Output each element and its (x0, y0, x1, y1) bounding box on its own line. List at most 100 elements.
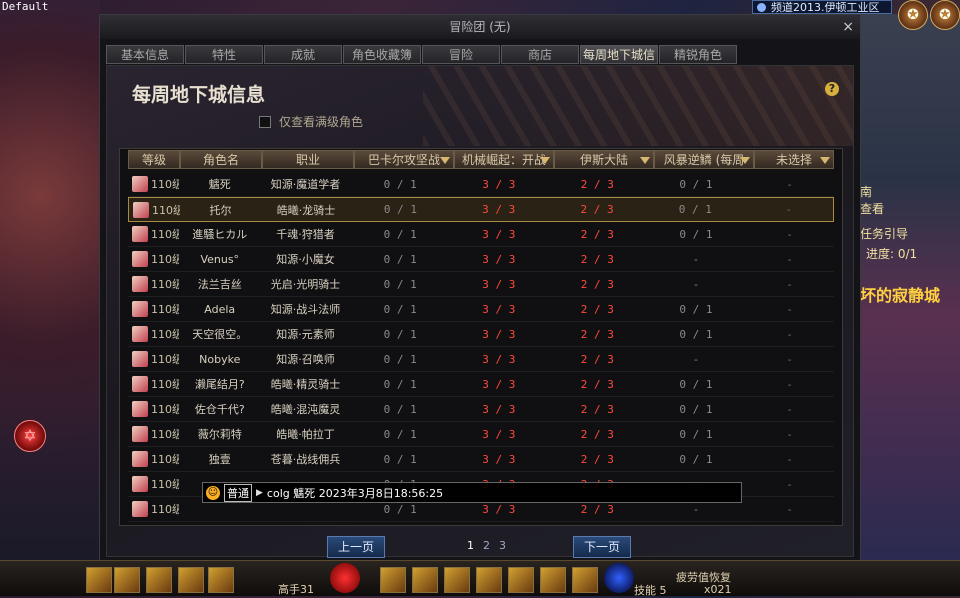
unselected-cell: - (787, 502, 792, 516)
header-unselected[interactable]: 未选择 (754, 150, 834, 169)
ispin-cell: 2 / 3 (580, 377, 614, 391)
skill-slot-4[interactable] (476, 567, 502, 593)
side-line-0: 南 (860, 185, 873, 199)
game-scene-left (0, 0, 100, 560)
close-icon[interactable]: × (842, 15, 854, 39)
header-bakal-raid[interactable]: 巴卡尔攻坚战 (354, 150, 454, 169)
page-1[interactable]: 1 (467, 539, 474, 552)
job-cell: 光启·光明骑士 (270, 278, 341, 291)
level-text: 110级 (151, 328, 180, 341)
quickslot-3[interactable] (146, 567, 172, 593)
character-avatar-icon (132, 326, 148, 342)
level-cell: 110级 (128, 501, 179, 517)
table-row[interactable]: 110级 濑尾结月? 皓曦·精灵骑士 0 / 1 3 / 3 2 / 3 0 / 1 - (128, 372, 834, 397)
tab-achievements[interactable]: 成就 (264, 45, 342, 64)
ispin-cell: 2 / 3 (580, 352, 614, 366)
help-icon[interactable]: ? (825, 82, 839, 96)
skill-slot-3[interactable] (444, 567, 470, 593)
table-row[interactable]: 110级 托尔 皓曦·龙骑士 0 / 1 3 / 3 2 / 3 0 / 1 - (128, 197, 834, 222)
channel-indicator[interactable]: 频道2013.伊顿工业区 (752, 0, 892, 14)
level-text: 110级 (151, 478, 180, 491)
max-level-filter[interactable]: 仅查看满级角色 (259, 113, 363, 130)
character-avatar-icon (132, 476, 148, 492)
unselected-cell: - (787, 177, 792, 191)
tab-traits[interactable]: 特性 (185, 45, 263, 64)
level-cell: 110级 (128, 401, 179, 417)
chat-mode-selector[interactable]: 普通 (224, 483, 252, 502)
side-quest-guide[interactable]: 任务引导 (860, 225, 908, 242)
quickslot-4[interactable] (178, 567, 204, 593)
hexagram-gem-icon[interactable]: ✡ (14, 420, 46, 452)
table-row[interactable]: 110级 法兰吉丝 光启·光明骑士 0 / 1 3 / 3 2 / 3 - - (128, 272, 834, 297)
quickslot-1[interactable] (86, 567, 112, 593)
chat-input-bar[interactable]: ☺ 普通 ▶ colg 魑死 2023年3月8日18:56:25 (202, 482, 742, 503)
tab-shop[interactable]: 商店 (501, 45, 579, 64)
table-row[interactable]: 110级 薇尔莉特 皓曦·帕拉丁 0 / 1 3 / 3 2 / 3 0 / 1 - (128, 422, 834, 447)
skill-slot-2[interactable] (412, 567, 438, 593)
skill-slot-7[interactable] (572, 567, 598, 593)
character-avatar-icon (132, 251, 148, 267)
ispin-cell: 2 / 3 (580, 502, 614, 516)
channel-text: 频道2013.伊顿工业区 (771, 1, 880, 14)
storm-cell: 0 / 1 (679, 302, 713, 316)
storm-cell: 0 / 1 (679, 227, 713, 241)
character-avatar-icon (132, 176, 148, 192)
machine-cell: 3 / 3 (482, 352, 516, 366)
level-text: 110级 (151, 178, 180, 191)
header-machine-uprising[interactable]: 机械崛起：开战 (454, 150, 554, 169)
table-row[interactable]: 110级 天空很空。 知源·元素师 0 / 1 3 / 3 2 / 3 0 / 1 - (128, 322, 834, 347)
character-name-cell: Venus° (200, 252, 240, 266)
page-2[interactable]: 2 (483, 539, 490, 552)
table-row[interactable]: 110级 進騒ヒカル 千魂·狩猎者 0 / 1 3 / 3 2 / 3 0 / 1 - (128, 222, 834, 247)
bakal-cell: 0 / 1 (383, 452, 417, 466)
next-page-button[interactable]: 下一页 (573, 536, 631, 558)
character-avatar-icon (132, 451, 148, 467)
storm-cell: 0 / 1 (679, 377, 713, 391)
skill-slot-1[interactable] (380, 567, 406, 593)
job-cell: 皓曦·帕拉丁 (276, 428, 335, 441)
level-text: 110级 (151, 303, 180, 316)
header-storm-scale[interactable]: 风暴逆鳞 (每周 (654, 150, 754, 169)
table-row[interactable]: 110级 独壹 苍暮·战线佣兵 0 / 1 3 / 3 2 / 3 0 / 1 - (128, 447, 834, 472)
table-row[interactable]: 110级 Nobyke 知源·召唤师 0 / 1 3 / 3 2 / 3 - - (128, 347, 834, 372)
table-row[interactable]: 110级 魑死 知源·魔道学者 0 / 1 3 / 3 2 / 3 0 / 1 - (128, 172, 834, 197)
character-name-cell: 天空很空。 (192, 328, 248, 341)
tab-weekly-dungeon[interactable]: 每周地下城信息 (580, 45, 658, 81)
header-character-name[interactable]: 角色名 (180, 150, 262, 169)
shop-round-button[interactable]: ✪ (930, 0, 960, 30)
side-line-1[interactable]: 查看 (860, 200, 884, 217)
table-row[interactable]: 110级 佐仓千代? 皓曦·混沌魔灵 0 / 1 3 / 3 2 / 3 0 / 1 - (128, 397, 834, 422)
job-cell: 皓曦·精灵骑士 (270, 378, 341, 391)
menu-round-button[interactable]: ✪ (898, 0, 928, 30)
header-job[interactable]: 职业 (262, 150, 354, 169)
default-label: Default (2, 0, 49, 13)
quickslot-2[interactable] (114, 567, 140, 593)
ispin-cell: 2 / 3 (580, 402, 614, 416)
header-level[interactable]: 等级 (128, 150, 180, 169)
tab-character-collection[interactable]: 角色收藏簿 (343, 45, 421, 64)
window-titlebar[interactable]: 冒险团 (无) × (100, 15, 860, 39)
character-avatar-icon (132, 301, 148, 317)
bakal-cell: 0 / 1 (383, 203, 417, 216)
tab-adventure[interactable]: 冒险 (422, 45, 500, 64)
level-cell: 110级 (128, 176, 179, 192)
checkbox-icon[interactable] (259, 115, 271, 128)
tab-elite-characters[interactable]: 精锐角色 (659, 45, 737, 64)
table-row[interactable]: 110级 Venus° 知源·小魔女 0 / 1 3 / 3 2 / 3 - - (128, 247, 834, 272)
tab-basic-info[interactable]: 基本信息 (106, 45, 184, 64)
table-body: 110级 魑死 知源·魔道学者 0 / 13 / 32 / 30 / 1-110级 托尔… (128, 172, 834, 522)
prev-page-button[interactable]: 上一页 (327, 536, 385, 558)
table-row[interactable]: 110级 Adela 知源·战斗法师 0 / 1 3 / 3 2 / 3 0 / 1 - (128, 297, 834, 322)
character-avatar-icon (132, 426, 148, 442)
dropdown-arrow-icon (440, 157, 450, 164)
header-ispin-continent[interactable]: 伊斯大陆 (554, 150, 654, 169)
skill-slot-6[interactable] (540, 567, 566, 593)
unselected-cell: - (787, 327, 792, 341)
quickslot-5[interactable] (208, 567, 234, 593)
ispin-cell: 2 / 3 (580, 177, 614, 191)
dropdown-arrow-icon (640, 157, 650, 164)
page-3[interactable]: 3 (499, 539, 506, 552)
emoji-icon[interactable]: ☺ (206, 485, 220, 500)
skill-slot-5[interactable] (508, 567, 534, 593)
chat-text[interactable]: colg 魑死 2023年3月8日18:56:25 (267, 485, 443, 501)
